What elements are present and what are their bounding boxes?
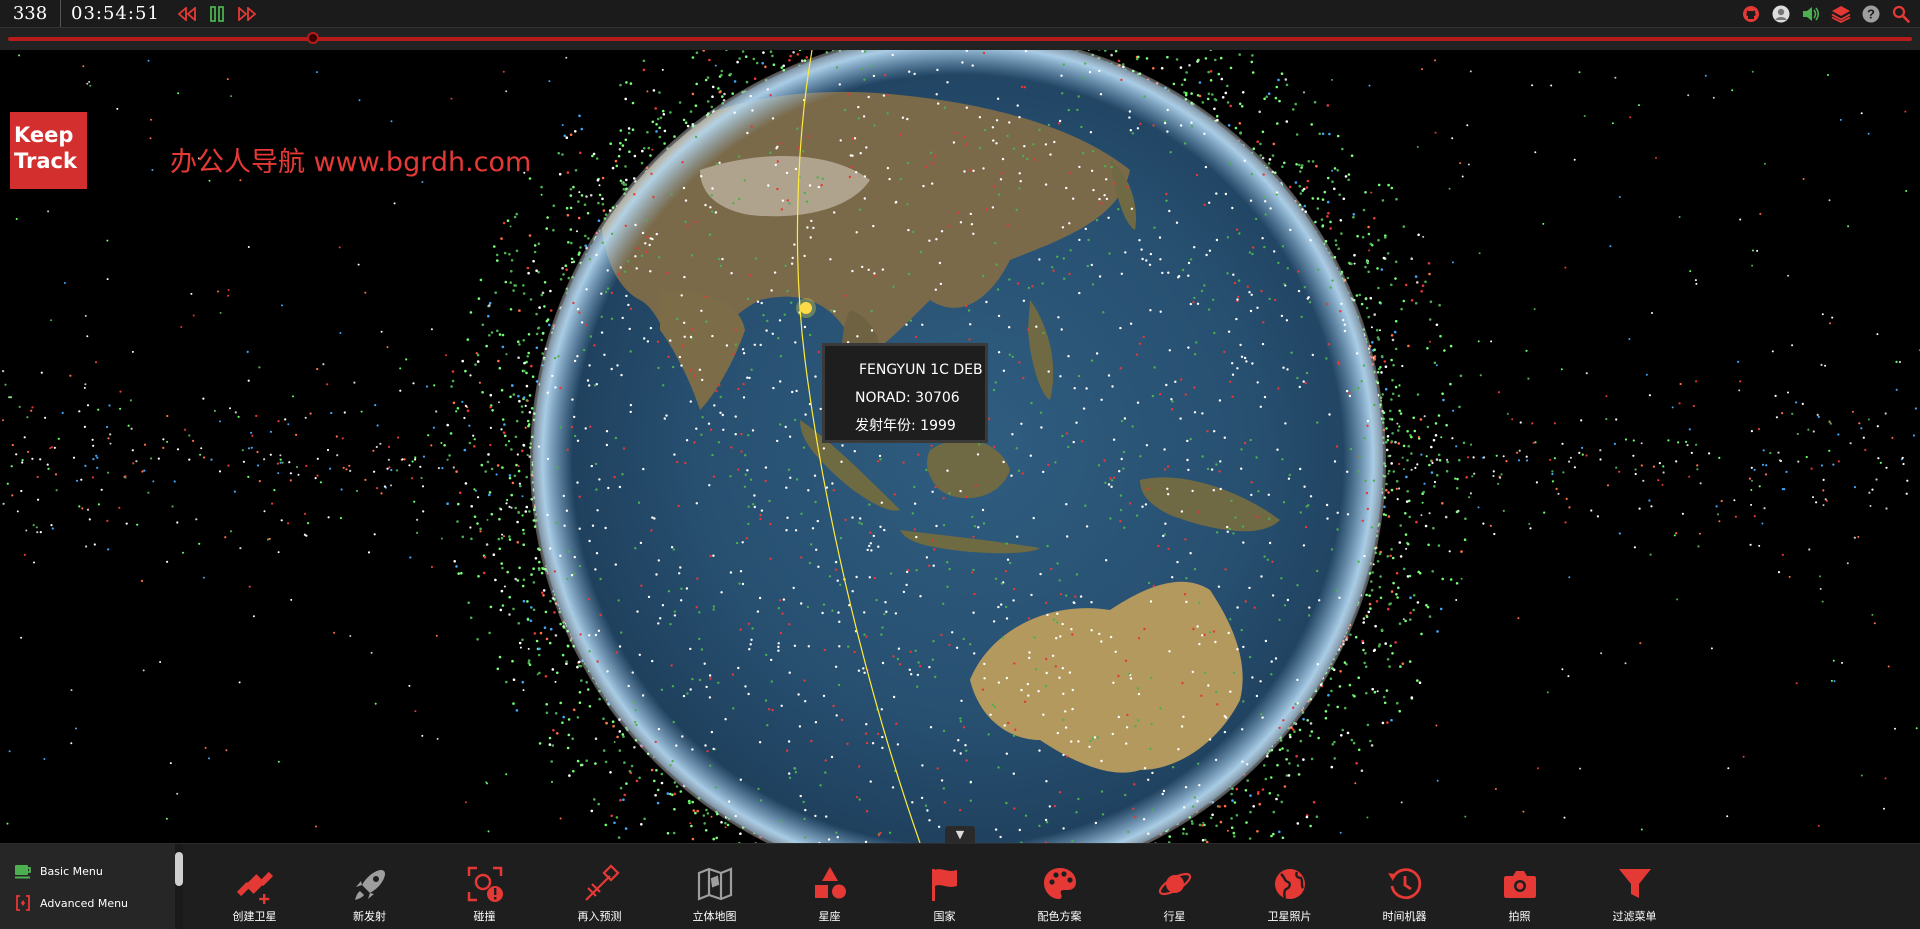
user-account-button[interactable]	[1770, 3, 1792, 25]
layers-button[interactable]	[1830, 3, 1852, 25]
tooltip-satellite-name: FENGYUN 1C DEB	[855, 356, 985, 384]
tooltip-launch-year: 发射年份: 1999	[855, 412, 985, 440]
svg-text:?: ?	[1867, 6, 1875, 21]
collision-target-icon	[465, 864, 505, 904]
tool-label: 星座	[819, 908, 841, 924]
tool-button-collision-target[interactable]: 碰撞	[427, 844, 542, 929]
tool-label: 创建卫星	[233, 908, 277, 924]
tool-label: 配色方案	[1038, 908, 1082, 924]
tool-label: 再入预测	[578, 908, 622, 924]
flag-icon	[925, 864, 965, 904]
tool-label: 新发射	[353, 908, 386, 924]
layers-icon	[1831, 5, 1851, 23]
time-controls	[172, 0, 262, 27]
selected-satellite-glow	[796, 298, 816, 318]
top-right-icons: ?	[1740, 0, 1912, 27]
tool-button-globe[interactable]: 卫星照片	[1232, 844, 1347, 929]
rewind-button[interactable]	[172, 0, 202, 27]
shapes-icon	[810, 864, 850, 904]
history-icon	[1385, 864, 1425, 904]
timeline-handle[interactable]	[307, 32, 319, 44]
tool-button-map[interactable]: 立体地图	[657, 844, 772, 929]
sim-clock[interactable]: 03:54:51	[71, 3, 160, 24]
menu-mode-panel: Basic Menu Advanced Menu	[0, 844, 175, 929]
tool-label: 过滤菜单	[1613, 908, 1657, 924]
satellite-tooltip: FENGYUN 1C DEB NORAD: 30706 发射年份: 1999	[822, 343, 988, 443]
rocket-icon	[350, 864, 390, 904]
avatar-icon	[1772, 5, 1790, 23]
logo-line-2: Track	[14, 148, 87, 174]
sound-button[interactable]	[1800, 3, 1822, 25]
github-icon	[1742, 5, 1760, 23]
advanced-menu-icon	[14, 894, 32, 912]
basic-menu-icon	[14, 862, 32, 880]
keeptrack-logo[interactable]: Keep Track	[10, 112, 87, 189]
help-button[interactable]: ?	[1860, 3, 1882, 25]
tool-label: 国家	[934, 908, 956, 924]
planet-icon	[1155, 864, 1195, 904]
tool-button-palette[interactable]: 配色方案	[1002, 844, 1117, 929]
watermark-text: 办公人导航 www.bgrdh.com	[170, 140, 531, 179]
fast-forward-button[interactable]	[232, 0, 262, 27]
search-button[interactable]	[1890, 3, 1912, 25]
timeline-slider[interactable]	[0, 28, 1920, 50]
rewind-icon	[177, 7, 197, 21]
tool-label: 行星	[1164, 908, 1186, 924]
tool-button-camera[interactable]: 拍照	[1462, 844, 1577, 929]
timeline-track[interactable]	[8, 37, 1912, 41]
top-bar: 338 03:54:51 ?	[0, 0, 1920, 28]
menu-scrollbar-thumb[interactable]	[175, 852, 183, 886]
map-icon	[695, 864, 735, 904]
tool-button-flag[interactable]: 国家	[887, 844, 1002, 929]
pause-icon	[209, 6, 225, 22]
tool-label: 卫星照片	[1268, 908, 1312, 924]
globe-scene[interactable]: Keep Track 办公人导航 www.bgrdh.com FENGYUN 1…	[0, 50, 1920, 843]
advanced-menu-label: Advanced Menu	[40, 897, 128, 910]
tool-buttons: 创建卫星 新发射 碰撞 再入预测 立体地图 星座 国家 配色方案 行星 卫星照片 时间机器 拍照 过滤菜…	[197, 844, 1692, 929]
atmosphere-halo	[530, 50, 1386, 843]
tool-button-satellite-add[interactable]: 创建卫星	[197, 844, 312, 929]
bottom-toolbar: Basic Menu Advanced Menu 创建卫星 新发射 碰撞 再入预测 立体…	[0, 843, 1920, 929]
tool-button-history[interactable]: 时间机器	[1347, 844, 1462, 929]
basic-menu-label: Basic Menu	[40, 865, 103, 878]
help-icon: ?	[1862, 5, 1880, 23]
search-icon	[1892, 5, 1910, 23]
tool-label: 立体地图	[693, 908, 737, 924]
tool-label: 时间机器	[1383, 908, 1427, 924]
advanced-menu-option[interactable]: Advanced Menu	[14, 894, 128, 912]
tool-button-shapes[interactable]: 星座	[772, 844, 887, 929]
reentry-satellite-icon	[580, 864, 620, 904]
tool-button-filter[interactable]: 过滤菜单	[1577, 844, 1692, 929]
basic-menu-option[interactable]: Basic Menu	[14, 862, 103, 880]
satellite-add-icon	[235, 864, 275, 904]
palette-icon	[1040, 864, 1080, 904]
tool-button-planet[interactable]: 行星	[1117, 844, 1232, 929]
logo-line-1: Keep	[14, 122, 87, 148]
camera-icon	[1500, 864, 1540, 904]
tool-label: 碰撞	[474, 908, 496, 924]
filter-icon	[1615, 864, 1655, 904]
tooltip-norad-id: NORAD: 30706	[855, 384, 985, 412]
github-button[interactable]	[1740, 3, 1762, 25]
collapse-toolbar-button[interactable]: ▼	[945, 826, 975, 843]
tool-button-rocket[interactable]: 新发射	[312, 844, 427, 929]
speaker-icon	[1801, 5, 1821, 23]
tool-button-reentry-satellite[interactable]: 再入预测	[542, 844, 657, 929]
tool-label: 拍照	[1509, 908, 1531, 924]
satellite-count: 338	[0, 0, 61, 27]
globe-icon	[1270, 864, 1310, 904]
pause-button[interactable]	[202, 0, 232, 27]
fast-forward-icon	[237, 7, 257, 21]
